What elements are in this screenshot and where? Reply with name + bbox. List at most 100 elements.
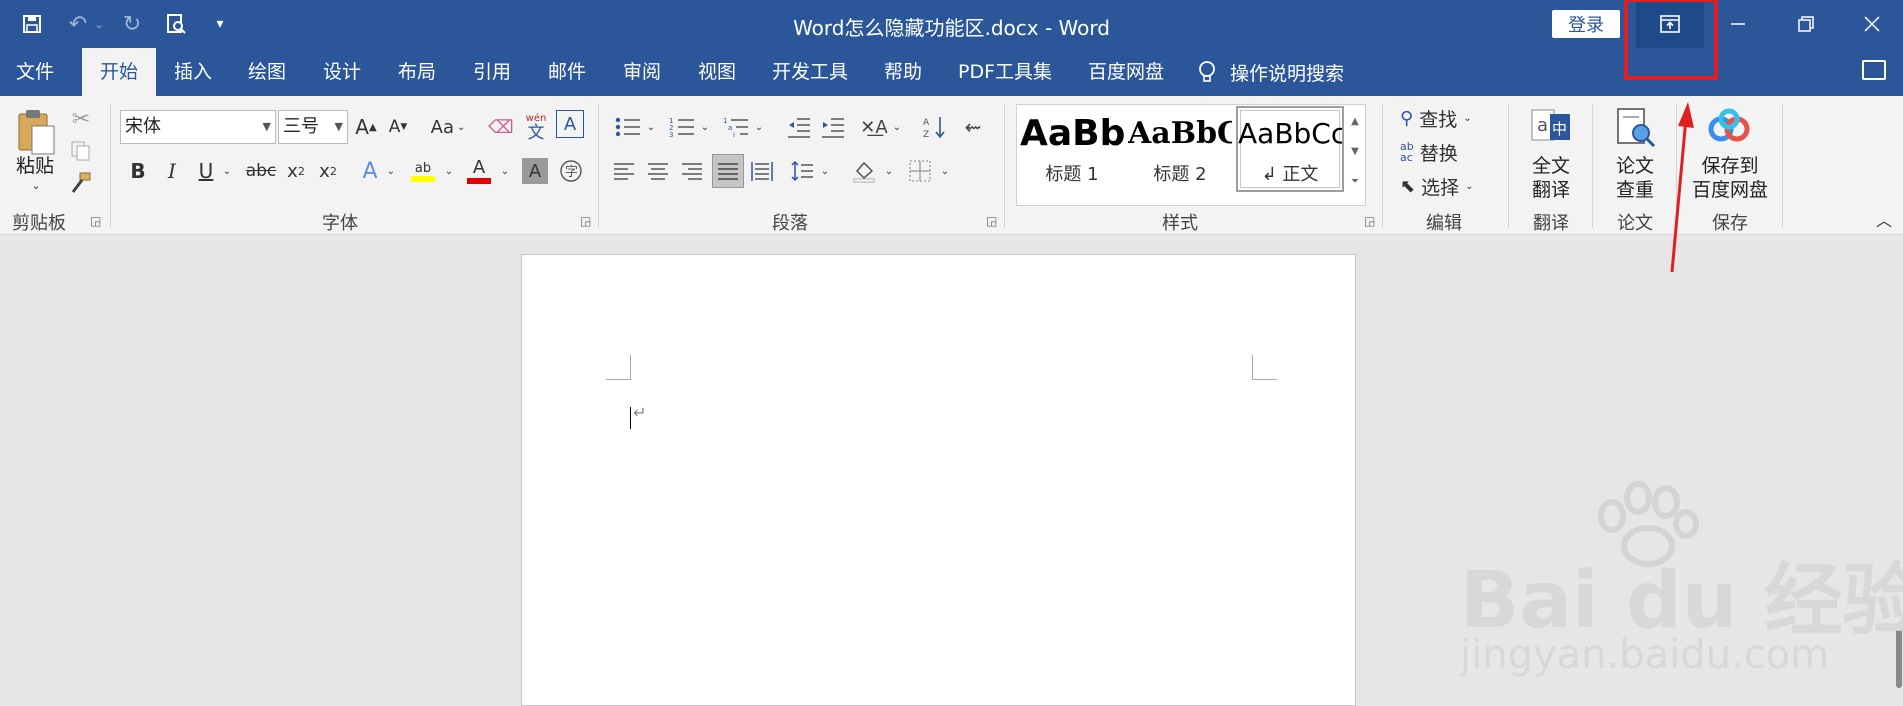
decrease-indent-icon[interactable]: [784, 112, 814, 142]
redo-icon[interactable]: ↻: [116, 8, 148, 40]
tab-pdf-tools[interactable]: PDF工具集: [950, 48, 1060, 96]
tab-insert[interactable]: 插入: [156, 48, 230, 96]
borders-icon[interactable]: [906, 156, 934, 186]
align-right-icon[interactable]: [678, 156, 706, 186]
strikethrough-icon[interactable]: abc: [244, 154, 278, 188]
sort-icon[interactable]: AZ: [920, 110, 950, 144]
styles-group-label: 样式: [1162, 213, 1198, 234]
format-painter-icon[interactable]: [68, 170, 94, 196]
underline-icon[interactable]: U: [192, 154, 220, 188]
line-spacing-icon[interactable]: [788, 156, 816, 186]
collapse-ribbon-icon[interactable]: ︿: [1872, 208, 1896, 230]
paper-check-icon[interactable]: [1612, 104, 1658, 150]
close-icon[interactable]: [1840, 0, 1903, 48]
font-launcher-icon[interactable]: ◲: [580, 214, 591, 228]
tab-review[interactable]: 审阅: [605, 48, 679, 96]
character-border-icon[interactable]: A: [556, 110, 584, 138]
undo-icon[interactable]: ↶: [62, 8, 94, 40]
customize-toolbar-icon[interactable]: ▾: [204, 8, 236, 40]
tab-design[interactable]: 设计: [305, 48, 379, 96]
find-button[interactable]: ⚲ 查找 ⌄: [1400, 104, 1500, 132]
grow-font-icon[interactable]: A ▲: [352, 110, 380, 144]
tab-draw[interactable]: 绘图: [230, 48, 304, 96]
tab-home[interactable]: 开始: [82, 48, 156, 96]
numbering-icon[interactable]: 123: [664, 112, 700, 142]
clear-formatting-icon[interactable]: ⌫: [486, 110, 516, 144]
full-translate-button[interactable]: 全文 翻译: [1520, 154, 1582, 202]
align-center-icon[interactable]: [644, 156, 672, 186]
tab-baidu-netdisk[interactable]: 百度网盘: [1080, 48, 1172, 96]
select-button[interactable]: ⬉ 选择 ⌄: [1400, 172, 1500, 200]
shading-dropdown-icon[interactable]: ⌄: [882, 162, 896, 180]
change-case-button[interactable]: Aa ⌄: [426, 110, 470, 144]
shading-icon[interactable]: [850, 156, 878, 186]
login-button[interactable]: 登录: [1552, 10, 1620, 38]
full-translate-icon[interactable]: a中: [1528, 104, 1574, 150]
subscript-icon[interactable]: x2: [282, 154, 310, 188]
undo-dropdown-icon[interactable]: ⌄: [92, 8, 106, 40]
tab-layout[interactable]: 布局: [380, 48, 454, 96]
highlight-color-icon[interactable]: ab: [408, 154, 438, 188]
styles-more-icon[interactable]: ⏷: [1346, 166, 1364, 196]
clipboard-launcher-icon[interactable]: ◲: [90, 214, 101, 228]
tab-view[interactable]: 视图: [680, 48, 754, 96]
numbering-dropdown-icon[interactable]: ⌄: [698, 118, 712, 136]
translate-group-label: 翻译: [1533, 213, 1569, 234]
line-spacing-dropdown-icon[interactable]: ⌄: [818, 162, 832, 180]
underline-dropdown-icon[interactable]: ⌄: [220, 162, 234, 180]
align-left-icon[interactable]: [610, 156, 638, 186]
shrink-font-icon[interactable]: A ▼: [384, 110, 412, 144]
justify-icon[interactable]: [712, 154, 744, 188]
tab-file[interactable]: 文件: [0, 48, 70, 96]
text-effects-icon[interactable]: A: [356, 154, 384, 188]
font-color-icon[interactable]: A: [464, 154, 494, 188]
increase-indent-icon[interactable]: [818, 112, 848, 142]
text-effects-dropdown-icon[interactable]: ⌄: [384, 162, 398, 180]
font-name-combo[interactable]: 宋体 ▼: [120, 110, 276, 144]
paper-check-button[interactable]: 论文 查重: [1604, 154, 1666, 202]
multilevel-list-icon[interactable]: 1ai: [718, 112, 754, 142]
character-shading-icon[interactable]: A: [522, 158, 548, 184]
bullets-dropdown-icon[interactable]: ⌄: [644, 118, 658, 136]
tab-developer[interactable]: 开发工具: [760, 48, 860, 96]
show-formatting-marks-icon[interactable]: ⇜: [958, 110, 988, 144]
paste-label[interactable]: 粘贴: [10, 154, 60, 178]
tab-references[interactable]: 引用: [455, 48, 529, 96]
font-color-dropdown-icon[interactable]: ⌄: [498, 162, 512, 180]
distributed-icon[interactable]: [748, 156, 776, 186]
styles-scroll-down-icon[interactable]: ▼: [1346, 136, 1364, 166]
asian-layout-icon[interactable]: ✕͟A: [858, 110, 890, 144]
paragraph-launcher-icon[interactable]: ◲: [986, 214, 997, 228]
bullets-icon[interactable]: [610, 112, 646, 142]
paste-button[interactable]: [12, 106, 60, 158]
styles-launcher-icon[interactable]: ◲: [1364, 214, 1375, 228]
tell-me-search[interactable]: 操作说明搜索: [1198, 48, 1344, 96]
italic-icon[interactable]: I: [158, 154, 186, 188]
bold-icon[interactable]: B: [124, 154, 152, 188]
save-icon[interactable]: [16, 8, 48, 40]
phonetic-guide-icon[interactable]: wén 文: [520, 108, 552, 144]
baidu-netdisk-icon[interactable]: [1706, 104, 1752, 150]
tab-mailings[interactable]: 邮件: [530, 48, 604, 96]
highlight-dropdown-icon[interactable]: ⌄: [442, 162, 456, 180]
asian-layout-dropdown-icon[interactable]: ⌄: [890, 118, 904, 136]
multilevel-dropdown-icon[interactable]: ⌄: [752, 118, 766, 136]
style-heading1[interactable]: AaBb 标题 1: [1020, 108, 1124, 190]
replace-button[interactable]: ab ac 替换: [1400, 138, 1500, 166]
enclose-characters-icon[interactable]: 字: [556, 156, 586, 186]
comments-icon[interactable]: [1862, 60, 1886, 80]
paste-dropdown-icon[interactable]: ⌄: [26, 178, 46, 192]
save-to-baidu-button[interactable]: 保存到 百度网盘: [1690, 154, 1770, 202]
restore-icon[interactable]: [1772, 0, 1840, 48]
document-page[interactable]: ↵: [521, 254, 1356, 706]
style-heading2[interactable]: AaBbC 标题 2: [1128, 108, 1232, 190]
font-size-combo[interactable]: 三号 ▼: [278, 110, 348, 144]
copy-icon[interactable]: [68, 138, 94, 164]
styles-scroll-up-icon[interactable]: ▲: [1346, 106, 1364, 136]
borders-dropdown-icon[interactable]: ⌄: [938, 162, 952, 180]
cut-icon[interactable]: ✂: [68, 106, 94, 132]
superscript-icon[interactable]: x2: [314, 154, 342, 188]
print-preview-icon[interactable]: [160, 8, 192, 40]
tab-help[interactable]: 帮助: [868, 48, 938, 96]
style-normal[interactable]: AaBbCc ↲ 正文: [1236, 106, 1344, 192]
